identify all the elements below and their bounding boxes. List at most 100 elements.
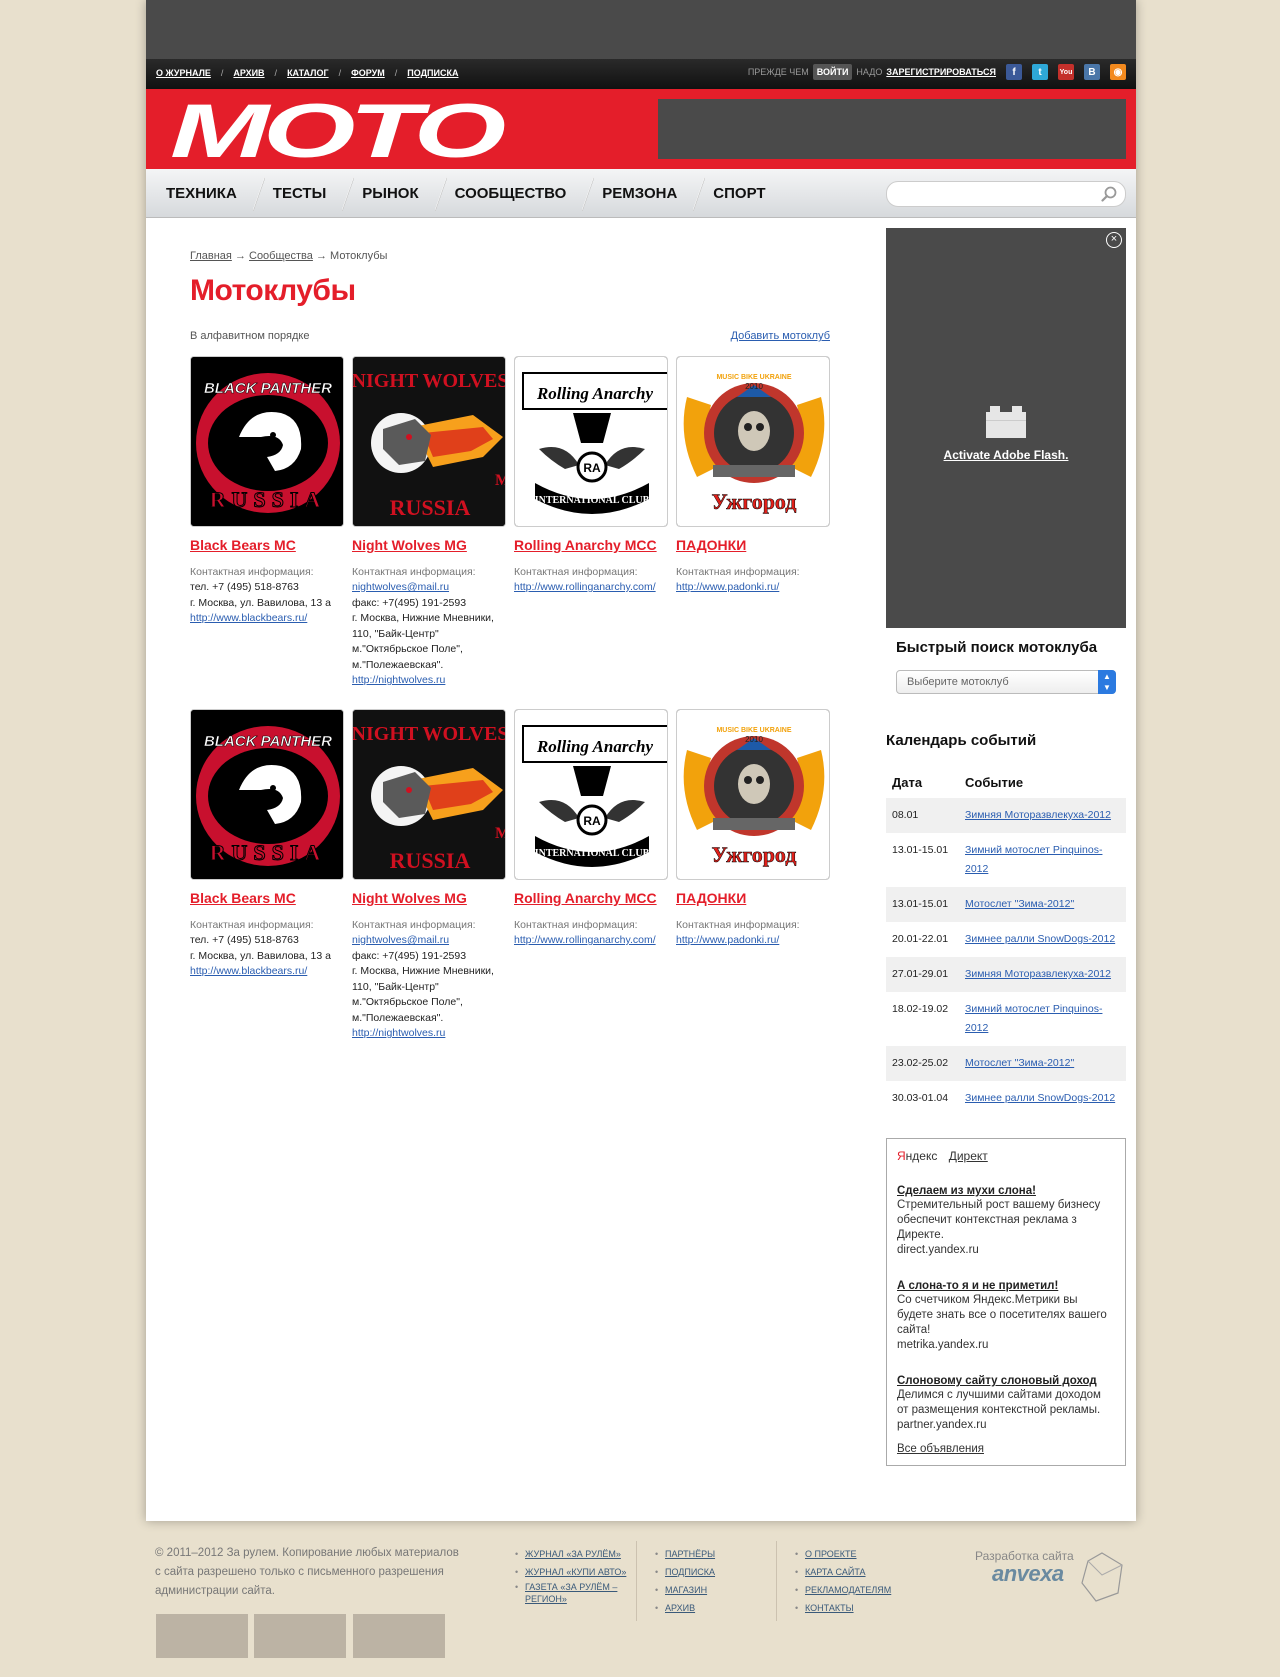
wolves-logo[interactable]: NIGHT WOLVES M RUSSIA	[352, 709, 506, 880]
contact-link[interactable]: http://nightwolves.ru	[352, 1026, 506, 1042]
contact-link[interactable]: http://www.padonki.ru/	[676, 933, 830, 949]
calendar-row: 18.02-19.02 Зимний мотослет Pinquinos-201…	[886, 992, 1126, 1046]
main-nav: ТЕХНИКА ТЕСТЫ РЫНОК СООБЩЕСТВО РЕМЗОНА С…	[146, 169, 1136, 218]
footer-link[interactable]: ЖУРНАЛ «КУПИ АВТО»	[525, 1567, 626, 1577]
contact-link[interactable]: http://www.rollinganarchy.com/	[514, 933, 668, 949]
topnav-forum[interactable]: ФОРУМ	[351, 68, 385, 78]
youtube-icon[interactable]: You	[1058, 64, 1074, 80]
footer-counter-placeholder[interactable]	[254, 1614, 346, 1658]
nav-tekhnika[interactable]: ТЕХНИКА	[146, 169, 253, 218]
event-link[interactable]: Мотослет "Зима-2012"	[965, 898, 1074, 910]
club-name-link[interactable]: Rolling Anarchy MCC	[514, 537, 668, 553]
club-name-link[interactable]: Night Wolves MG	[352, 890, 506, 906]
club-name-link[interactable]: Black Bears MC	[190, 890, 344, 906]
contact-line: м."Октябрьское Поле",	[352, 996, 463, 1008]
anarchy-logo[interactable]: Rolling Anarchy RA INTERNATIONAL CLUB	[514, 709, 668, 880]
search-input[interactable]	[886, 181, 1126, 207]
search-icon[interactable]	[1101, 186, 1117, 202]
nav-soobshchestvo[interactable]: СООБЩЕСТВО	[434, 169, 583, 218]
nav-rynok[interactable]: РЫНОК	[342, 169, 434, 218]
select-arrows-icon: ▲ ▼	[1098, 670, 1116, 694]
top-bar: О ЖУРНАЛЕ / АРХИВ / КАТАЛОГ / ФОРУМ / ПО…	[146, 59, 1136, 89]
contact-link[interactable]: http://www.rollinganarchy.com/	[514, 580, 668, 596]
footer-link[interactable]: ПАРТНЁРЫ	[665, 1549, 715, 1559]
breadcrumb-community[interactable]: Сообщества	[249, 250, 313, 262]
register-link[interactable]: ЗАРЕГИСТРИРОВАТЬСЯ	[886, 67, 996, 77]
topnav-catalog[interactable]: КАТАЛОГ	[287, 68, 329, 78]
breadcrumb-home[interactable]: Главная	[190, 250, 232, 262]
anarchy-logo[interactable]: Rolling Anarchy RA INTERNATIONAL CLUB	[514, 356, 668, 527]
footer-link[interactable]: КОНТАКТЫ	[805, 1603, 854, 1613]
topnav-archive[interactable]: АРХИВ	[233, 68, 264, 78]
footer-link[interactable]: КАРТА САЙТА	[805, 1567, 866, 1577]
club-name-link[interactable]: ПАДОНКИ	[676, 537, 830, 553]
add-club-link[interactable]: Добавить мотоклуб	[731, 330, 830, 342]
ad-title[interactable]: Слоновому сайту слоновый доход	[897, 1375, 1115, 1387]
close-icon[interactable]: ×	[1106, 232, 1122, 248]
footer-link[interactable]: РЕКЛАМОДАТЕЛЯМ	[805, 1585, 891, 1595]
footer-link[interactable]: РЕГИОН»	[525, 1594, 567, 1604]
header-banner-placeholder[interactable]	[658, 99, 1126, 159]
contact-link[interactable]: http://www.blackbears.ru/	[190, 964, 344, 980]
footer-link[interactable]: ПОДПИСКА	[665, 1567, 715, 1577]
club-select[interactable]: Выберите мотоклуб ▲ ▼	[896, 670, 1116, 694]
panther-logo[interactable]: BLACK PANTHER RUSSIA	[190, 709, 344, 880]
moto-logo[interactable]: MOTO	[166, 97, 506, 163]
logo-shape	[713, 465, 795, 477]
event-link[interactable]: Зимнее ралли SnowDogs-2012	[965, 933, 1115, 945]
event-link[interactable]: Зимний мотослет Pinquinos-2012	[965, 844, 1102, 875]
contact-link[interactable]: nightwolves@mail.ru	[352, 580, 506, 596]
topnav-about[interactable]: О ЖУРНАЛЕ	[156, 68, 211, 78]
direct-link[interactable]: Директ	[949, 1149, 988, 1163]
event-cell: Мотослет "Зима-2012"	[959, 887, 1126, 922]
footer-link[interactable]: АРХИВ	[665, 1603, 695, 1613]
club-name-link[interactable]: ПАДОНКИ	[676, 890, 830, 906]
padonki-logo[interactable]: MUSIC BIKE UKRAINE 2010 Ужгород	[676, 709, 830, 880]
contact-link[interactable]: http://www.padonki.ru/	[676, 580, 830, 596]
footer-link[interactable]: МАГАЗИН	[665, 1585, 707, 1595]
footer-counter-placeholder[interactable]	[156, 1614, 248, 1658]
event-cell: Зимний мотослет Pinquinos-2012	[959, 833, 1126, 887]
club-name-link[interactable]: Black Bears MC	[190, 537, 344, 553]
panther-logo[interactable]: BLACK PANTHER RUSSIA	[190, 356, 344, 527]
nav-sport[interactable]: СПОРТ	[693, 169, 781, 218]
twitter-icon[interactable]: t	[1032, 64, 1048, 80]
contact-link[interactable]: nightwolves@mail.ru	[352, 933, 506, 949]
event-link[interactable]: Мотослет "Зима-2012"	[965, 1057, 1074, 1069]
vkontakte-icon[interactable]: B	[1084, 64, 1100, 80]
contact-link[interactable]: http://nightwolves.ru	[352, 673, 506, 689]
ad-title[interactable]: Сделаем из мухи слона!	[897, 1185, 1115, 1197]
all-ads-link[interactable]: Все объявления	[897, 1443, 984, 1455]
footer-counter-placeholder[interactable]	[353, 1614, 445, 1658]
club-name-link[interactable]: Night Wolves MG	[352, 537, 506, 553]
top-nav: О ЖУРНАЛЕ / АРХИВ / КАТАЛОГ / ФОРУМ / ПО…	[156, 68, 458, 78]
event-link[interactable]: Зимнее ралли SnowDogs-2012	[965, 1092, 1115, 1104]
logo-shape	[713, 818, 795, 830]
contact-line: г. Москва, Нижние Мневники,	[352, 965, 494, 977]
event-cell: Зимнее ралли SnowDogs-2012	[959, 922, 1126, 957]
logo-shape	[406, 434, 412, 440]
login-button[interactable]: ВОЙТИ	[812, 64, 853, 80]
wolves-logo[interactable]: NIGHT WOLVES M RUSSIA	[352, 356, 506, 527]
nav-testy[interactable]: ТЕСТЫ	[252, 169, 342, 218]
top-banner-placeholder[interactable]	[146, 0, 1136, 59]
club-logo-image: NIGHT WOLVES M RUSSIA	[353, 710, 505, 879]
ad-title[interactable]: А слона-то я и не приметил!	[897, 1280, 1115, 1292]
facebook-icon[interactable]: f	[1006, 64, 1022, 80]
contact-link[interactable]: http://www.blackbears.ru/	[190, 611, 344, 627]
club-name-link[interactable]: Rolling Anarchy MCC	[514, 890, 668, 906]
footer-link[interactable]: ГАЗЕТА «ЗА РУЛЁМ –	[525, 1582, 617, 1592]
event-link[interactable]: Зимняя Моторазвлекуха-2012	[965, 809, 1111, 821]
contact-line: тел. +7 (495) 518-8763	[190, 934, 299, 946]
developer-credit[interactable]: Разработка сайта anvexa	[970, 1549, 1130, 1609]
topnav-subscription[interactable]: ПОДПИСКА	[407, 68, 458, 78]
padonki-logo[interactable]: MUSIC BIKE UKRAINE 2010 Ужгород	[676, 356, 830, 527]
event-link[interactable]: Зимний мотослет Pinquinos-2012	[965, 1003, 1102, 1034]
event-cell: Зимнее ралли SnowDogs-2012	[959, 1081, 1126, 1116]
footer-link[interactable]: О ПРОЕКТЕ	[805, 1549, 857, 1559]
activate-flash-link[interactable]: Activate Adobe Flash.	[886, 448, 1126, 462]
nav-remzona[interactable]: РЕМЗОНА	[582, 169, 693, 218]
rss-icon[interactable]: ◉	[1110, 64, 1126, 80]
event-link[interactable]: Зимняя Моторазвлекуха-2012	[965, 968, 1111, 980]
footer-link[interactable]: ЖУРНАЛ «ЗА РУЛЁМ»	[525, 1549, 621, 1559]
